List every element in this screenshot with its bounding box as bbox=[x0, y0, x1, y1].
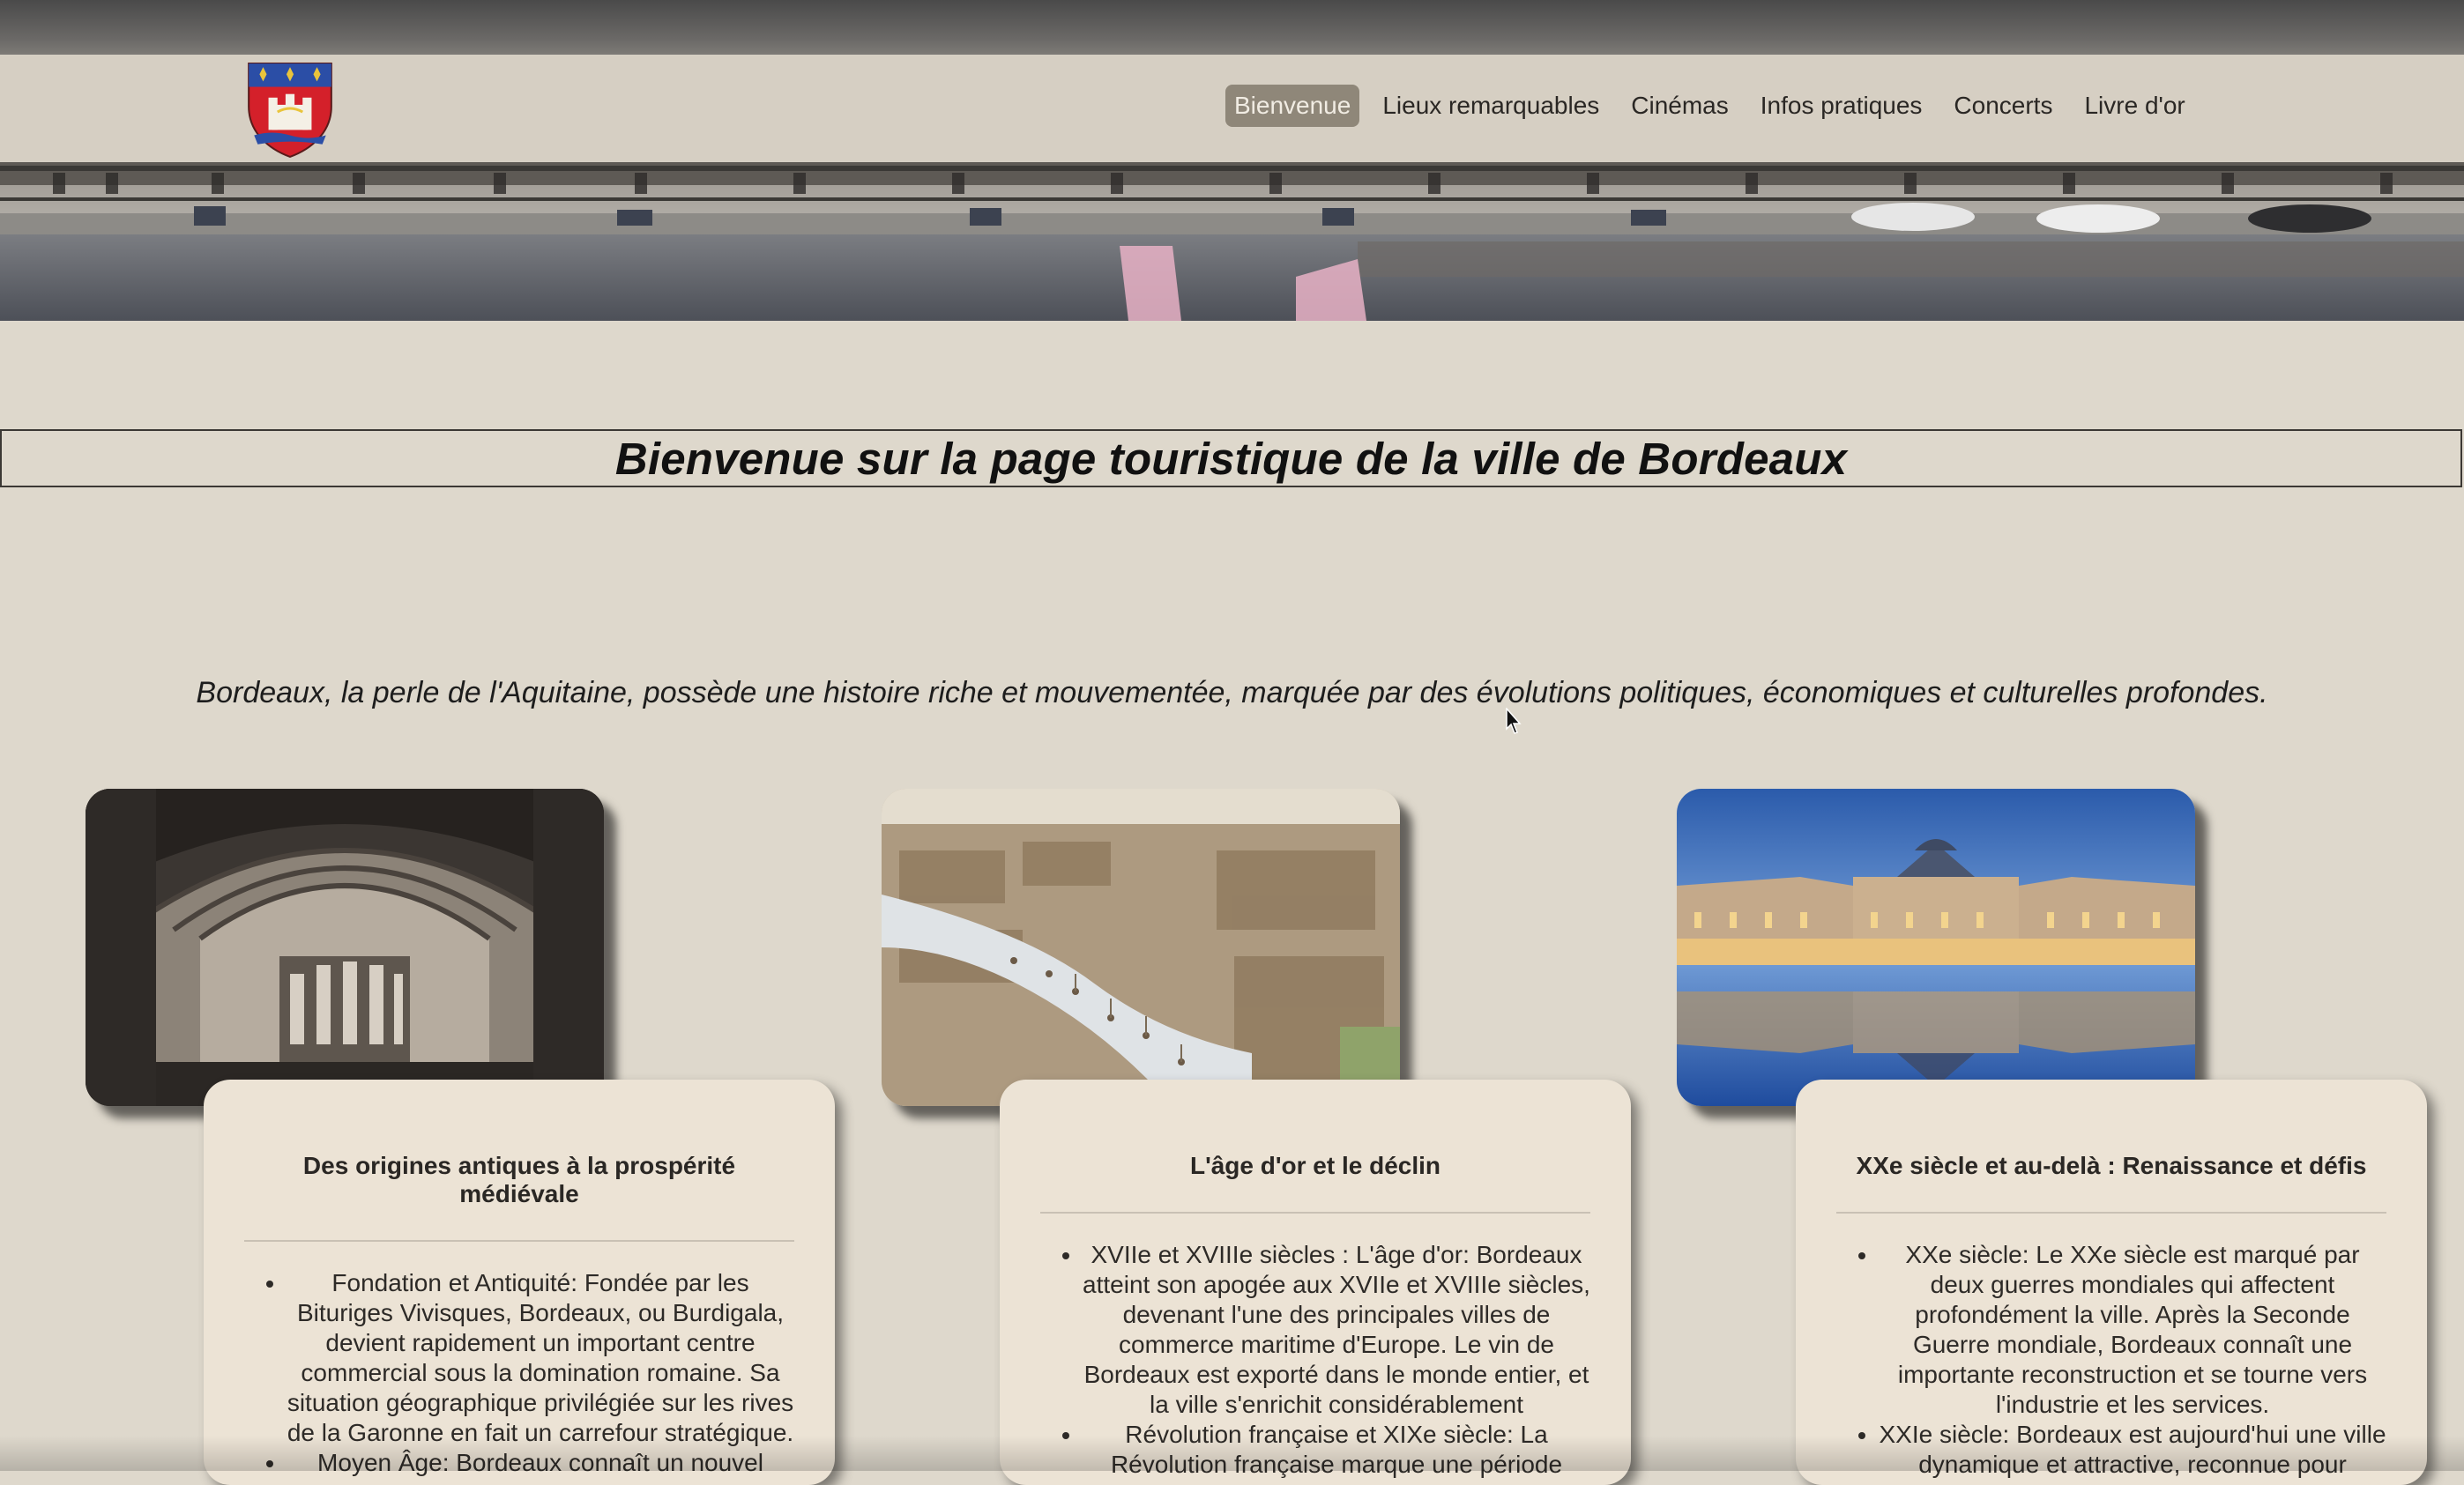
card-heading: L'âge d'or et le déclin bbox=[1189, 1152, 1441, 1179]
mouse-cursor-icon bbox=[1506, 708, 1522, 734]
historical-bordeaux-illustration-photo bbox=[882, 789, 1400, 1106]
nav-item-lieux-remarquables[interactable]: Lieux remarquables bbox=[1373, 85, 1608, 127]
nav-item-bienvenue[interactable]: Bienvenue bbox=[1225, 85, 1360, 127]
list-item: Moyen Âge: Bordeaux connaît un nouvel bbox=[287, 1448, 794, 1478]
cathedral-interior-photo bbox=[86, 789, 604, 1106]
list-item: XVIIe et XVIIIe siècles : L'âge d'or: Bo… bbox=[1083, 1240, 1590, 1420]
nav-item-cinemas[interactable]: Cinémas bbox=[1622, 85, 1737, 127]
card-list: XXe siècle: Le XXe siècle est marqué par… bbox=[1836, 1240, 2386, 1480]
place-de-la-bourse-photo bbox=[1677, 789, 2195, 1106]
history-card-origins: Des origines antiques à la prospérité mé… bbox=[204, 1080, 835, 1485]
list-item: Fondation et Antiquité: Fondée par les B… bbox=[287, 1268, 794, 1448]
history-card-twentieth-century: XXe siècle et au-delà : Renaissance et d… bbox=[1796, 1080, 2427, 1485]
bordeaux-coat-of-arms-logo[interactable] bbox=[245, 60, 335, 159]
nav-item-livre-dor[interactable]: Livre d'or bbox=[2075, 85, 2193, 127]
list-item: XXe siècle: Le XXe siècle est marqué par… bbox=[1879, 1240, 2386, 1420]
browser-top-bar bbox=[0, 0, 2464, 55]
card-heading: XXe siècle et au-delà : Renaissance et d… bbox=[1856, 1152, 2367, 1179]
card-divider bbox=[1836, 1212, 2386, 1214]
card-list: Fondation et Antiquité: Fondée par les B… bbox=[244, 1268, 794, 1478]
page-title: Bienvenue sur la page touristique de la … bbox=[614, 433, 1848, 484]
card-divider bbox=[1040, 1212, 1590, 1214]
nav-item-concerts[interactable]: Concerts bbox=[1945, 85, 2061, 127]
site-header: Bienvenue Lieux remarquables Cinémas Inf… bbox=[0, 55, 2464, 164]
hero-banner-miroir-d-eau bbox=[0, 162, 2464, 321]
card-heading: Des origines antiques à la prospérité mé… bbox=[302, 1152, 736, 1207]
page-title-bar: Bienvenue sur la page touristique de la … bbox=[0, 429, 2462, 487]
card-divider bbox=[244, 1240, 794, 1242]
card-list: XVIIe et XVIIIe siècles : L'âge d'or: Bo… bbox=[1040, 1240, 1590, 1480]
intro-text: Bordeaux, la perle de l'Aquitaine, possè… bbox=[196, 676, 2268, 709]
nav-item-infos-pratiques[interactable]: Infos pratiques bbox=[1752, 85, 1932, 127]
history-card-golden-age: L'âge d'or et le déclin XVIIe et XVIIIe … bbox=[1000, 1080, 1631, 1485]
main-nav: Bienvenue Lieux remarquables Cinémas Inf… bbox=[1225, 85, 2208, 127]
